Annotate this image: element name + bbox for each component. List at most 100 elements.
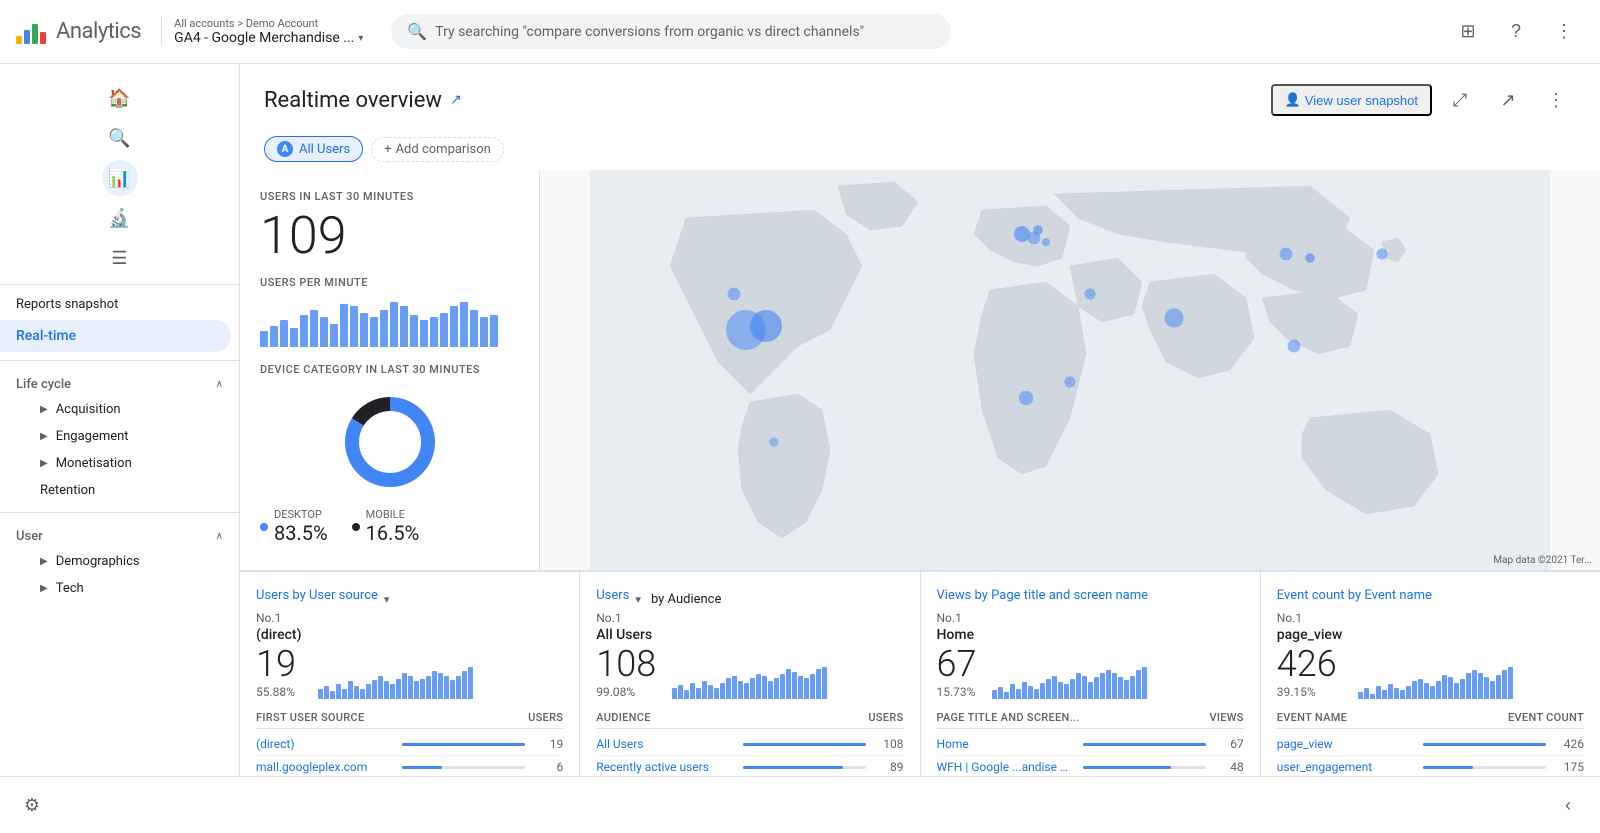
magnifier-icon: 🔍 xyxy=(108,128,130,149)
top-pct-4: 39.15% xyxy=(1277,685,1343,699)
sidebar-list-icon-button[interactable]: ☰ xyxy=(102,240,138,276)
chart-bar xyxy=(1496,675,1501,699)
row-name[interactable]: page_view xyxy=(1277,737,1415,751)
sidebar-item-demographics[interactable]: ▶ Demographics xyxy=(0,548,239,575)
sidebar-lifecycle-section[interactable]: Life cycle ∧ xyxy=(0,369,239,396)
sidebar-item-tech[interactable]: ▶ Tech xyxy=(0,575,239,602)
sidebar-item-snapshot[interactable]: Reports snapshot xyxy=(0,289,231,320)
row-name[interactable]: mall.googleplex.com xyxy=(256,760,394,774)
row-value: 108 xyxy=(874,737,904,751)
sidebar-reports-icon-button[interactable]: 📊 xyxy=(102,160,138,196)
chart-bar xyxy=(1400,690,1405,699)
chart-bar xyxy=(438,673,443,699)
chart-bar xyxy=(372,680,377,699)
desktop-pct: 83.5% xyxy=(274,521,328,545)
chart-bar xyxy=(414,681,419,699)
header-actions: ⊞ ? ⋮ xyxy=(1448,12,1584,52)
sidebar-user-section[interactable]: User ∧ xyxy=(0,521,239,548)
sidebar-item-retention[interactable]: Retention xyxy=(0,477,239,504)
all-users-chip[interactable]: A All Users xyxy=(264,136,363,162)
chart-bar xyxy=(720,683,725,699)
row-name[interactable]: WFH | Google ...andise Store xyxy=(937,760,1075,774)
logo-bar-red xyxy=(40,32,46,44)
settings-button[interactable]: ⚙ xyxy=(12,785,52,825)
row-bar xyxy=(743,766,844,769)
mobile-pct: 16.5% xyxy=(366,521,420,545)
chart-bar xyxy=(684,690,689,699)
external-link-icon[interactable]: ↗ xyxy=(450,92,462,108)
row-name[interactable]: (direct) xyxy=(256,737,394,751)
users-source-title[interactable]: Users by User source xyxy=(256,588,378,603)
chart-bar xyxy=(798,676,803,699)
chart-bar xyxy=(1124,680,1129,699)
chart-bar xyxy=(1136,670,1141,699)
chart-bar xyxy=(726,678,731,699)
row-bar xyxy=(743,743,866,746)
chart-bar xyxy=(816,669,821,699)
sidebar-search-icon-button[interactable]: 🔍 xyxy=(102,120,138,156)
chart-bar xyxy=(998,687,1003,699)
more-icon-button[interactable]: ⋮ xyxy=(1544,12,1584,52)
chart-bar xyxy=(1388,684,1393,699)
expand-icon: ▶ xyxy=(40,556,48,567)
row-name[interactable]: Recently active users xyxy=(596,760,734,774)
row-name[interactable]: Home xyxy=(937,737,1075,751)
account-info[interactable]: All accounts > Demo Account GA4 - Google… xyxy=(161,17,363,46)
all-users-icon: A xyxy=(277,141,293,157)
add-comparison-button[interactable]: + Add comparison xyxy=(371,137,504,162)
row-name[interactable]: user_engagement xyxy=(1277,760,1415,774)
sidebar-item-acquisition[interactable]: ▶ Acquisition xyxy=(0,396,239,423)
chart-bar xyxy=(708,685,713,699)
panel-top-left-4: No.1 page_view 426 39.15% xyxy=(1277,611,1343,699)
world-map-container: Map data ©2021 Ter... xyxy=(540,170,1600,570)
more-options-icon-button[interactable]: ⋮ xyxy=(1536,80,1576,120)
sidebar-explore-icon-button[interactable]: 🔬 xyxy=(102,200,138,236)
table-row: page_view 426 xyxy=(1277,733,1584,756)
expand-icon: ▶ xyxy=(40,431,48,442)
chart-bar xyxy=(1442,675,1447,699)
chart-bar xyxy=(1028,686,1033,699)
account-name[interactable]: GA4 - Google Merchandise ... ▾ xyxy=(174,30,363,46)
chart-bar xyxy=(1070,679,1075,699)
chart-bar xyxy=(672,688,677,699)
view-snapshot-button[interactable]: 👤 View user snapshot xyxy=(1271,84,1432,116)
chart-bar xyxy=(756,674,761,699)
chart-bar xyxy=(354,686,359,699)
chart-bar xyxy=(366,684,371,699)
mini-chart-3 xyxy=(992,664,1147,699)
row-bar xyxy=(1083,766,1171,769)
row-bar-container xyxy=(402,743,525,746)
apps-icon-button[interactable]: ⊞ xyxy=(1448,12,1488,52)
list-icon: ☰ xyxy=(111,248,127,269)
sidebar-item-monetisation[interactable]: ▶ Monetisation xyxy=(0,450,239,477)
chart-bar xyxy=(1058,682,1063,699)
search-bar[interactable]: 🔍 Try searching "compare conversions fro… xyxy=(391,14,951,49)
no1-label-4: No.1 xyxy=(1277,611,1343,625)
sidebar-item-realtime[interactable]: Real-time xyxy=(0,320,231,352)
chart-bar xyxy=(1064,684,1069,699)
chart-bar xyxy=(348,681,353,699)
expand-icon-button[interactable]: ⤢ xyxy=(1440,80,1480,120)
panel-top-left-2: No.1 All Users 108 99.08% xyxy=(596,611,656,699)
sidebar-home-icon-button[interactable]: 🏠 xyxy=(102,80,138,116)
device-label: DEVICE CATEGORY IN LAST 30 MINUTES xyxy=(260,363,519,376)
user-chevron: ∧ xyxy=(216,531,223,542)
chart-bar xyxy=(384,681,389,699)
views-page-title[interactable]: Views by Page title and screen name xyxy=(937,588,1149,603)
row-value: 426 xyxy=(1554,737,1584,751)
top-name-2: All Users xyxy=(596,627,656,643)
users-audience-title-users[interactable]: Users xyxy=(596,588,629,603)
help-icon-button[interactable]: ? xyxy=(1496,12,1536,52)
logo-bar-yellow xyxy=(16,36,22,44)
row-name[interactable]: All Users xyxy=(596,737,734,751)
chart-bar xyxy=(408,676,413,699)
bar xyxy=(310,310,318,348)
chart-bar xyxy=(1466,673,1471,699)
chart-bar xyxy=(1394,688,1399,699)
chart-bar xyxy=(1094,677,1099,699)
chart-bar xyxy=(1112,673,1117,699)
event-count-title[interactable]: Event count by Event name xyxy=(1277,588,1432,603)
open-report-icon-button[interactable]: ↗ xyxy=(1488,80,1528,120)
chart-bar xyxy=(1508,667,1513,699)
sidebar-item-engagement[interactable]: ▶ Engagement xyxy=(0,423,239,450)
